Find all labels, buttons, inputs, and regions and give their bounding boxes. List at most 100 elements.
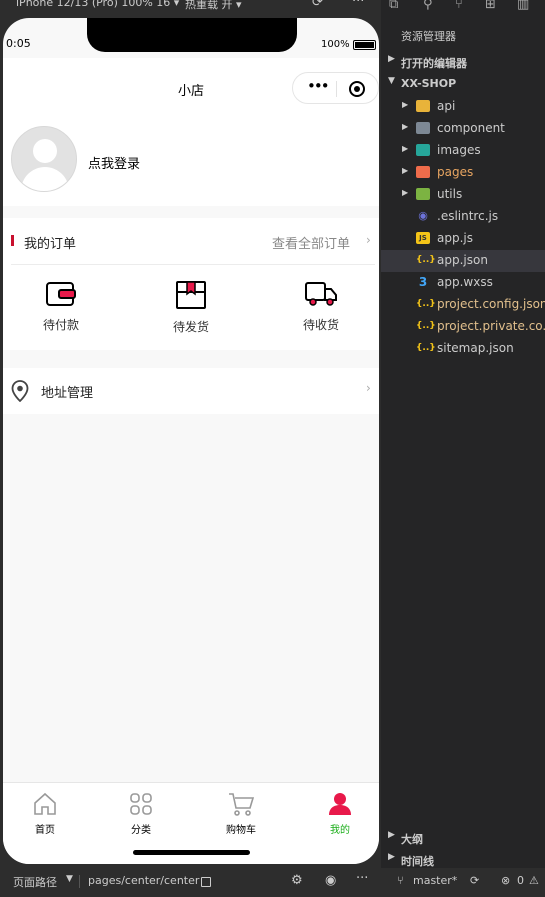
folder-icon [416, 122, 430, 134]
status-time: 0:05 [6, 37, 31, 50]
tab-mine[interactable]: 我的 [300, 791, 379, 836]
avatar[interactable] [11, 126, 77, 192]
section-label: 大纲 [401, 833, 423, 846]
more-menu-icon[interactable]: ••• [307, 77, 330, 95]
js-file-icon: JS [416, 232, 430, 244]
explorer-toolbar: ⧉ ⚲ ⑂ ⊞ ▥ [381, 0, 545, 18]
tree-item-utils[interactable]: ▶ utils [381, 184, 545, 206]
tree-item-eslintrc[interactable]: ◉ .eslintrc.js [381, 206, 545, 228]
hot-reload-toggle[interactable]: 热重载 开 ▾ [185, 0, 242, 12]
source-control-icon[interactable]: ⑂ [455, 0, 463, 12]
mini-program-navbar: 小店 ••• [3, 58, 379, 120]
tab-home[interactable]: 首页 [5, 791, 85, 836]
split-panel-icon[interactable]: ▥ [517, 0, 529, 12]
folder-icon [416, 166, 430, 178]
tree-item-label: app.js [437, 231, 473, 245]
page-path-label[interactable]: 页面路径 [13, 874, 57, 890]
menu-capsule[interactable]: ••• [292, 72, 379, 104]
preview-eye-icon[interactable]: ◉ [325, 873, 336, 888]
tree-item-pages[interactable]: ▶ pages [381, 162, 545, 184]
tree-item-app-js[interactable]: JS app.js [381, 228, 545, 250]
simulator-toolbar: iPhone 12/13 (Pro) 100% 16 ▾ 热重载 开 ▾ ⟳ ·… [0, 0, 381, 14]
tree-item-app-json[interactable]: {..} app.json [381, 250, 545, 272]
section-label: 打开的编辑器 [401, 57, 467, 70]
tree-item-images[interactable]: ▶ images [381, 140, 545, 162]
profile-card: 点我登录 [3, 120, 379, 206]
divider [11, 264, 375, 265]
json-file-icon: {..} [416, 299, 436, 309]
tab-label: 购物车 [226, 825, 256, 836]
close-target-icon[interactable] [349, 81, 365, 97]
order-pending-shipment[interactable]: 待发货 [156, 280, 226, 335]
tree-item-label: pages [437, 165, 474, 179]
tree-item-label: app.json [437, 253, 488, 267]
json-file-icon: {..} [416, 255, 436, 265]
order-label: 待收货 [302, 318, 339, 332]
error-icon[interactable]: ⊗ [501, 874, 510, 887]
json-file-icon: {..} [416, 343, 436, 353]
error-count[interactable]: 0 [517, 874, 524, 887]
tab-cart[interactable]: 购物车 [201, 791, 281, 836]
simulator-status-bar: 页面路径 ▼ pages/center/center ⚙ ◉ ··· [0, 868, 381, 897]
device-selector[interactable]: iPhone 12/13 (Pro) 100% 16 ▾ [16, 0, 179, 9]
orders-accent-bar [11, 235, 14, 246]
folder-icon [416, 144, 430, 156]
tab-label: 分类 [131, 825, 151, 836]
extensions-icon[interactable]: ⊞ [485, 0, 496, 12]
tree-item-sitemap[interactable]: {..} sitemap.json [381, 338, 545, 360]
css-file-icon: 3 [418, 275, 428, 289]
more-icon[interactable]: ··· [352, 0, 364, 9]
chevron-down-icon: ▼ [388, 76, 395, 86]
chevron-right-icon: ▶ [402, 188, 409, 197]
chevron-right-icon: › [366, 381, 371, 395]
timeline-section[interactable]: ▶ 时间线 [381, 850, 545, 870]
project-section[interactable]: ▼ XX-SHOP [381, 74, 545, 94]
order-pending-receipt[interactable]: 待收货 [286, 280, 356, 333]
copy-icon[interactable] [201, 877, 211, 887]
tree-item-project-private[interactable]: {..} project.private.co... [381, 316, 545, 338]
tree-item-component[interactable]: ▶ component [381, 118, 545, 140]
tree-item-app-wxss[interactable]: 3 app.wxss [381, 272, 545, 294]
tree-item-label: app.wxss [437, 275, 493, 289]
search-icon[interactable]: ⚲ [423, 0, 433, 12]
folder-icon [416, 100, 430, 112]
tree-item-label: images [437, 143, 481, 157]
battery-percent: 100% [321, 39, 350, 50]
chevron-right-icon: ▶ [402, 144, 409, 153]
chevron-right-icon: ▶ [388, 830, 395, 840]
view-all-orders-link[interactable]: 查看全部订单 [272, 233, 350, 252]
home-indicator [133, 850, 250, 855]
order-pending-payment[interactable]: 待付款 [26, 280, 96, 333]
eslint-icon: ◉ [418, 209, 428, 222]
tab-label: 首页 [35, 825, 55, 836]
tree-item-label: .eslintrc.js [437, 209, 499, 223]
tree-item-api[interactable]: ▶ api [381, 96, 545, 118]
section-label: XX-SHOP [401, 77, 457, 90]
files-icon[interactable]: ⧉ [389, 0, 398, 12]
debug-icon[interactable]: ⚙ [291, 873, 303, 888]
warning-icon[interactable]: ⚠ [529, 874, 539, 887]
rotate-icon[interactable]: ⟳ [312, 0, 323, 10]
login-link[interactable]: 点我登录 [88, 153, 140, 172]
json-file-icon: {..} [416, 321, 436, 331]
chevron-right-icon[interactable]: › [366, 233, 371, 247]
order-label: 待付款 [42, 318, 79, 332]
home-icon [34, 792, 56, 815]
sync-icon[interactable]: ⟳ [470, 874, 479, 887]
outline-section[interactable]: ▶ 大纲 [381, 828, 545, 848]
branch-name[interactable]: master* [413, 874, 457, 887]
tab-category[interactable]: 分类 [101, 791, 181, 836]
section-label: 时间线 [401, 855, 434, 868]
more-icon[interactable]: ··· [356, 871, 368, 886]
address-management-row[interactable]: 地址管理 › [3, 368, 379, 414]
tab-label: 我的 [330, 825, 350, 836]
category-icon [130, 793, 152, 815]
chevron-down-icon[interactable]: ▼ [66, 874, 73, 884]
chevron-right-icon: ▶ [388, 54, 395, 64]
battery-icon [353, 40, 376, 50]
tree-item-project-config[interactable]: {..} project.config.json [381, 294, 545, 316]
orders-card: 我的订单 查看全部订单 › 待付款 待发货 待收货 [3, 218, 379, 350]
wallet-icon [46, 282, 76, 306]
open-editors-section[interactable]: ▶ 打开的编辑器 [381, 52, 545, 72]
devtools-window: iPhone 12/13 (Pro) 100% 16 ▾ 热重载 开 ▾ ⟳ ·… [0, 0, 545, 897]
